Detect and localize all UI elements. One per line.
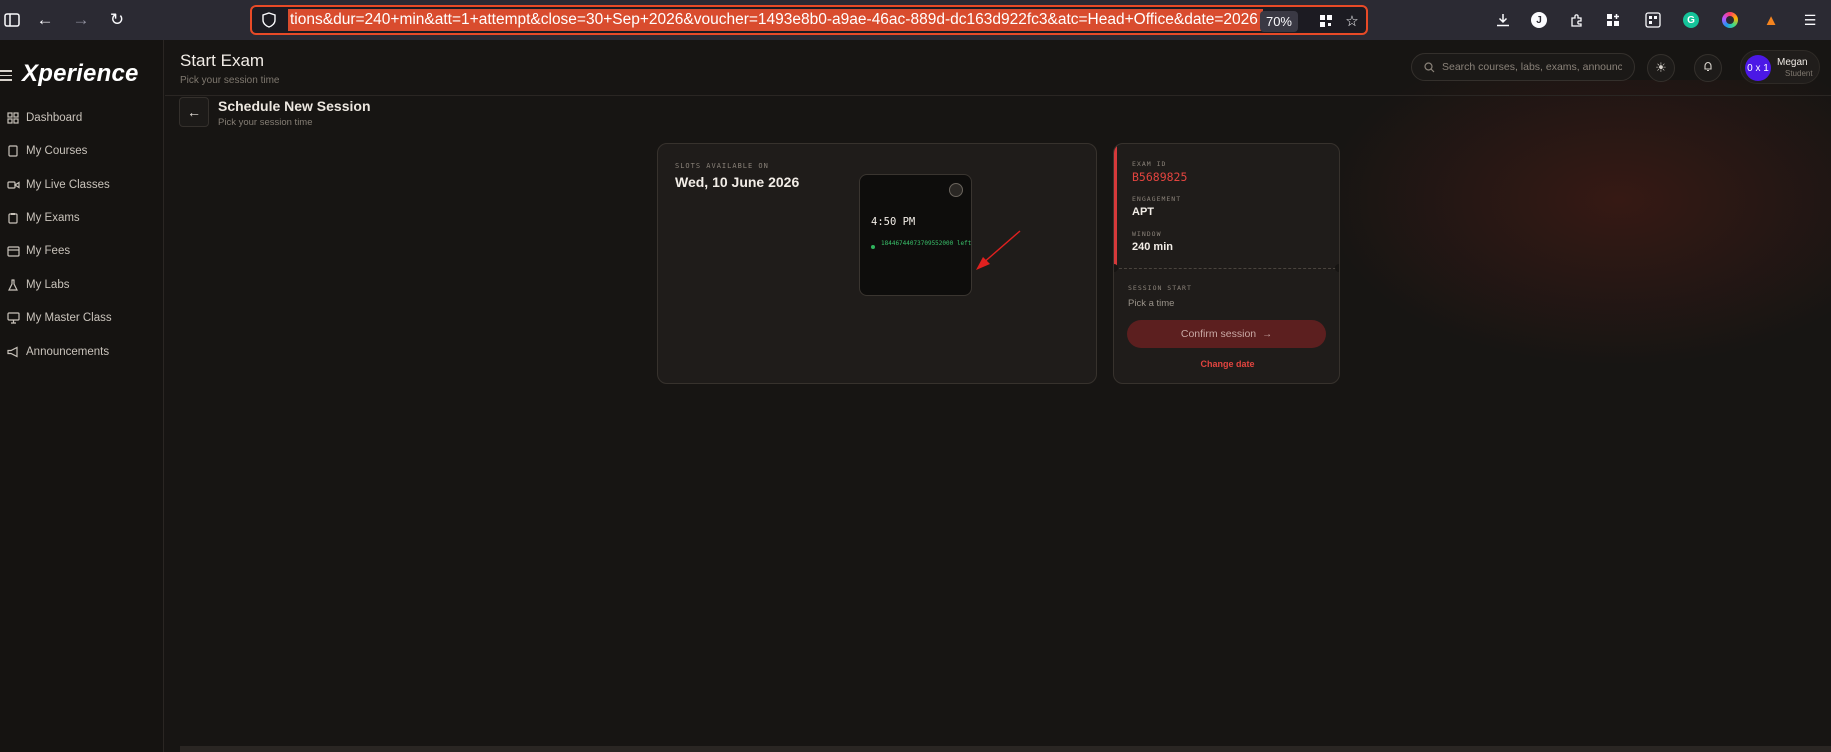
confirm-session-button[interactable]: Confirm session → <box>1127 320 1326 348</box>
exam-info-top: EXAM ID B5689825 ENGAGEMENT APT WINDOW 2… <box>1114 144 1339 268</box>
clipboard-icon <box>6 211 20 225</box>
search-box[interactable] <box>1411 53 1635 81</box>
slot-time: 4:50 PM <box>871 216 916 228</box>
url-text[interactable]: tions&dur=240+min&att=1+attempt&close=30… <box>288 9 1263 31</box>
reload-icon[interactable]: ↻ <box>105 8 129 32</box>
sidebar-item-label: Announcements <box>26 346 110 358</box>
sidebar-item-label: My Courses <box>26 145 88 157</box>
slots-date: Wed, 10 June 2026 <box>675 174 800 190</box>
fox-extension-icon[interactable]: ▲ <box>1760 9 1782 31</box>
confirm-session-label: Confirm session <box>1180 328 1257 340</box>
ticket-notch-right <box>1335 264 1339 272</box>
page-header: Start Exam Pick your session time ☀ 0 x … <box>165 40 1831 96</box>
slot-option[interactable]: 4:50 PM 18446744073709552000 left <box>859 174 972 296</box>
arrow-left-icon: ← <box>187 104 201 120</box>
sun-icon: ☀ <box>1655 60 1667 75</box>
theme-toggle-button[interactable]: ☀ <box>1647 54 1675 82</box>
shield-icon[interactable] <box>260 11 278 29</box>
window-label: WINDOW <box>1132 230 1162 238</box>
zoom-level[interactable]: 70% <box>1259 11 1298 32</box>
search-input[interactable] <box>1442 61 1622 73</box>
download-icon[interactable] <box>1492 9 1514 31</box>
session-start-value: Pick a time <box>1128 298 1175 309</box>
sidebar-item-label: My Master Class <box>26 312 112 324</box>
ticket-divider <box>1114 268 1339 269</box>
card-icon <box>6 244 20 258</box>
arrow-right-icon: → <box>1262 328 1273 340</box>
avatar: 0 x 1 <box>1745 55 1771 81</box>
logo-row: Xperience <box>0 56 164 96</box>
apps-grid-icon[interactable] <box>1602 9 1624 31</box>
bell-icon <box>1703 59 1713 77</box>
sidebar-item-announcements[interactable]: Announcements <box>0 340 164 364</box>
slot-radio[interactable] <box>949 183 963 197</box>
extensions-puzzle-icon[interactable] <box>1566 9 1588 31</box>
profile-j-icon[interactable]: J <box>1528 9 1550 31</box>
window-value: 240 min <box>1132 241 1173 253</box>
back-button[interactable]: ← <box>179 97 209 127</box>
grammarly-icon[interactable]: G <box>1680 9 1702 31</box>
bookmark-star-icon[interactable]: ☆ <box>1342 11 1362 31</box>
engagement-value: APT <box>1132 206 1154 218</box>
logo: Xperience <box>22 60 139 87</box>
schedule-subtitle: Pick your session time <box>218 117 313 128</box>
bottom-scroll-strip <box>180 746 1831 752</box>
qr-code-icon[interactable] <box>1316 11 1336 31</box>
sidebar-item-dashboard[interactable]: Dashboard <box>0 106 164 130</box>
sidebar-toggle-icon[interactable] <box>0 8 24 32</box>
availability-dot-icon <box>871 245 875 249</box>
sidebar-item-my-exams[interactable]: My Exams <box>0 206 164 230</box>
schedule-title: Schedule New Session <box>218 98 371 114</box>
url-bar[interactable]: tions&dur=240+min&att=1+attempt&close=30… <box>250 5 1368 35</box>
change-date-link[interactable]: Change date <box>1114 359 1339 369</box>
monitor-icon <box>6 311 20 325</box>
back-arrow-icon[interactable]: ← <box>33 8 57 32</box>
sidebar-item-label: Dashboard <box>26 112 83 124</box>
sidebar: Xperience Dashboard My Courses My Live C… <box>0 40 164 752</box>
exam-info-card: EXAM ID B5689825 ENGAGEMENT APT WINDOW 2… <box>1113 143 1340 384</box>
search-icon <box>1422 60 1436 74</box>
sidebar-item-label: My Labs <box>26 279 70 291</box>
sidebar-item-label: My Exams <box>26 212 80 224</box>
engagement-label: ENGAGEMENT <box>1132 195 1182 203</box>
sidebar-item-my-fees[interactable]: My Fees <box>0 239 164 263</box>
annotation-arrow-icon <box>976 230 1021 270</box>
ticket-notch-left <box>1114 264 1118 272</box>
page-subtitle: Pick your session time <box>180 75 280 86</box>
exam-id-value: B5689825 <box>1132 170 1188 184</box>
forward-arrow-icon[interactable]: → <box>69 8 93 32</box>
sidebar-item-label: My Fees <box>26 245 71 257</box>
exam-id-label: EXAM ID <box>1132 160 1167 168</box>
page-title: Start Exam <box>180 51 265 70</box>
qr-scanner-icon[interactable] <box>1642 9 1664 31</box>
user-menu[interactable]: 0 x 1 Megan Student <box>1740 50 1820 84</box>
megaphone-icon <box>6 345 20 359</box>
session-start-label: SESSION START <box>1128 284 1192 292</box>
slot-remaining: 18446744073709552000 left <box>881 240 972 247</box>
browser-toolbar: ← → ↻ tions&dur=240+min&att=1+attempt&cl… <box>0 0 1831 40</box>
notifications-button[interactable] <box>1694 54 1722 82</box>
slots-card: SLOTS AVAILABLE ON Wed, 10 June 2026 4:5… <box>657 143 1097 384</box>
user-role: Student <box>1785 69 1813 78</box>
hamburger-icon[interactable] <box>0 70 12 82</box>
sidebar-item-my-labs[interactable]: My Labs <box>0 273 164 297</box>
video-icon <box>6 178 20 192</box>
sidebar-item-my-master-class[interactable]: My Master Class <box>0 306 164 330</box>
sidebar-item-label: My Live Classes <box>26 179 110 191</box>
grid-icon <box>6 111 20 125</box>
slots-label: SLOTS AVAILABLE ON <box>675 162 769 170</box>
book-icon <box>6 144 20 158</box>
flask-icon <box>6 278 20 292</box>
user-name: Megan <box>1777 57 1808 68</box>
sidebar-item-my-courses[interactable]: My Courses <box>0 139 164 163</box>
background-glow <box>1300 80 1831 380</box>
menu-icon[interactable]: ☰ <box>1799 9 1821 31</box>
color-wheel-icon[interactable] <box>1719 9 1741 31</box>
sidebar-item-my-live-classes[interactable]: My Live Classes <box>0 173 164 197</box>
app-root: Xperience Dashboard My Courses My Live C… <box>0 40 1831 752</box>
